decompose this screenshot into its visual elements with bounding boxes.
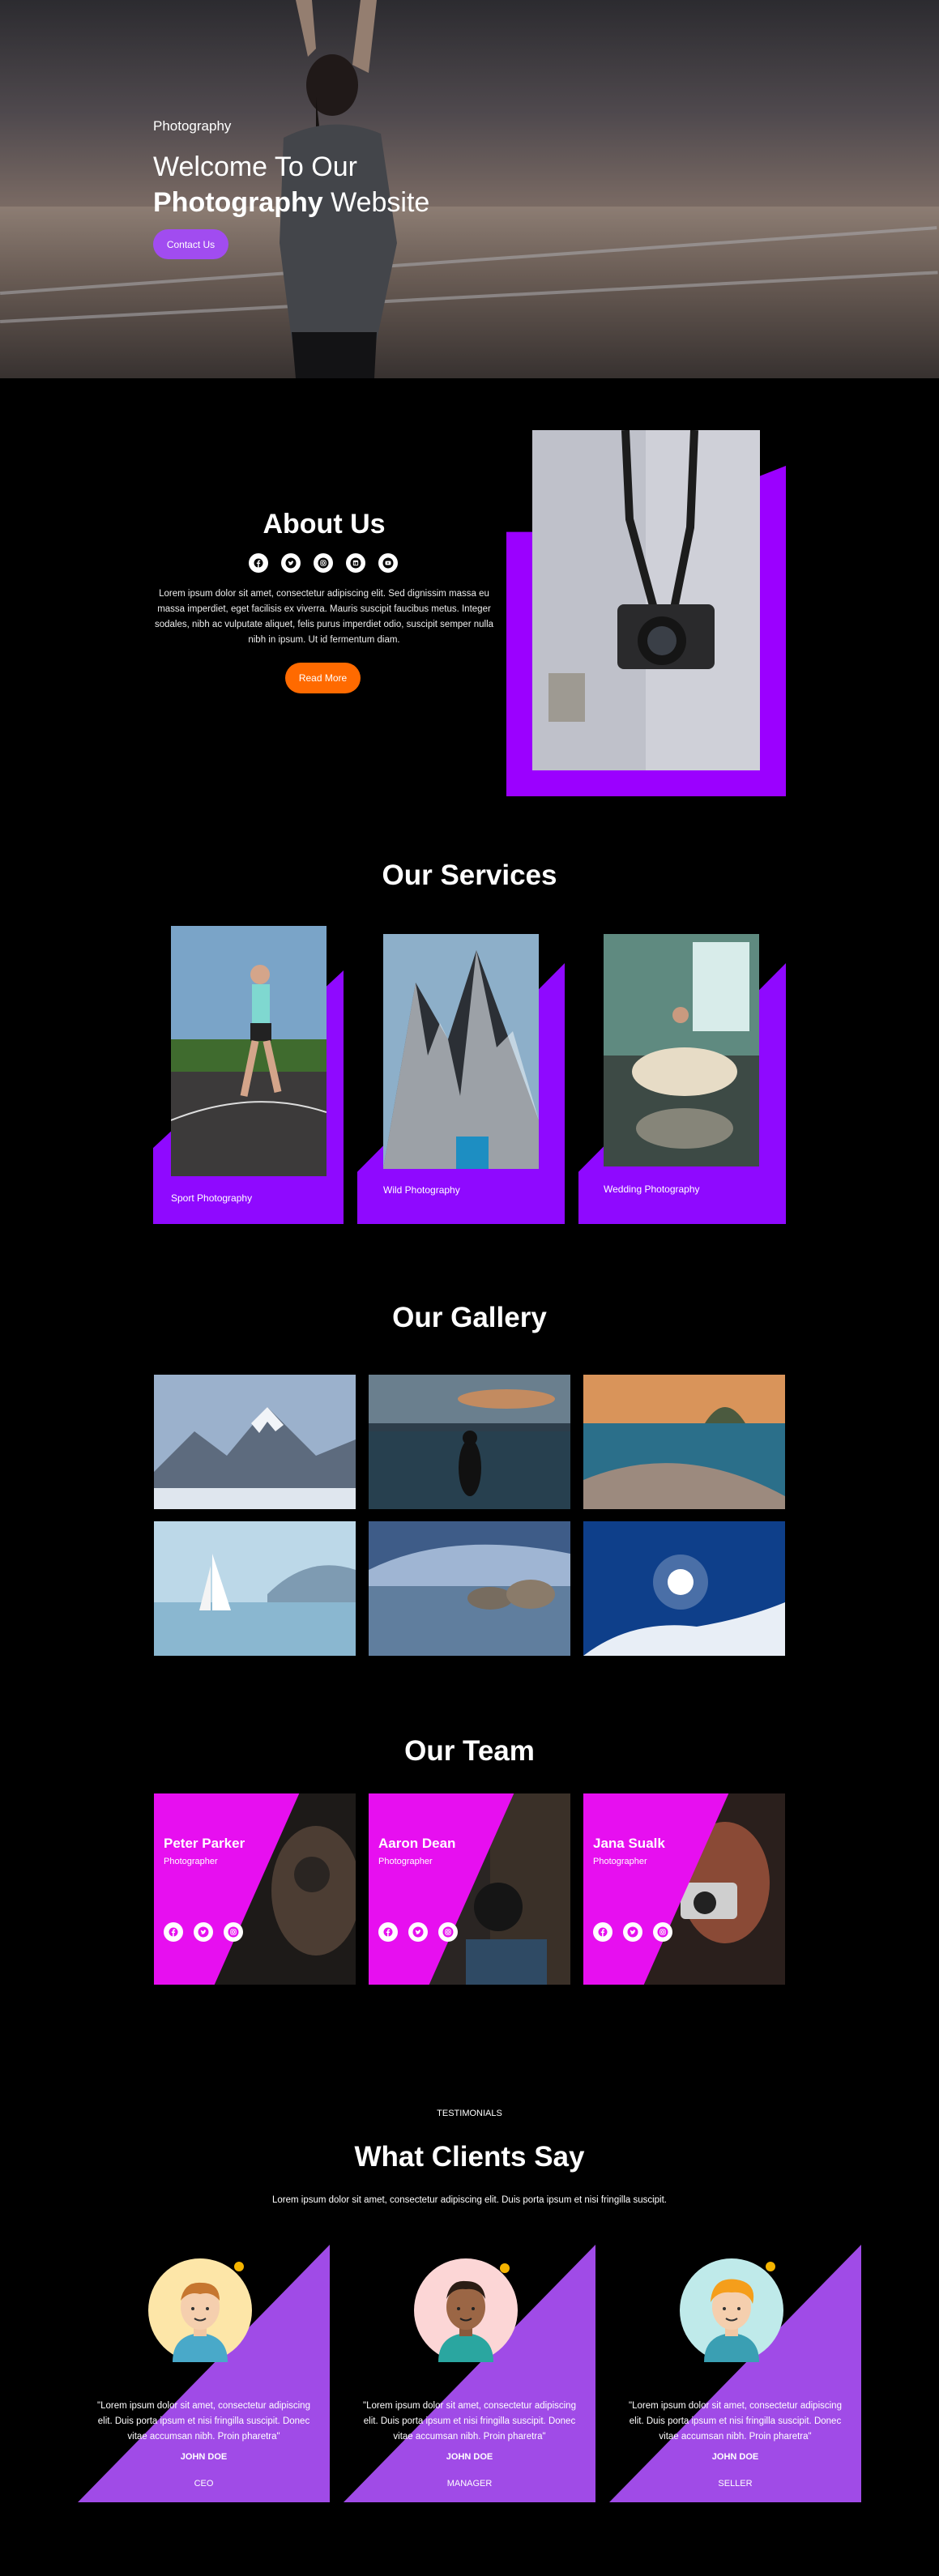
gallery-image-rocks-lake[interactable] bbox=[369, 1521, 570, 1656]
gallery-image-skier-sky[interactable] bbox=[583, 1521, 785, 1656]
service-label: Sport Photography bbox=[171, 1192, 253, 1204]
facebook-icon[interactable] bbox=[378, 1922, 398, 1942]
testimonial-role: MANAGER bbox=[446, 2479, 493, 2489]
hero-title-bold: Photography bbox=[153, 187, 323, 218]
hero-title: Welcome To Our Photography Website bbox=[153, 149, 429, 220]
twitter-icon[interactable] bbox=[623, 1922, 642, 1942]
linkedin-icon[interactable] bbox=[346, 553, 365, 573]
twitter-icon[interactable] bbox=[281, 553, 301, 573]
team-member-name: Aaron Dean bbox=[378, 1836, 456, 1851]
service-wedding-image bbox=[604, 934, 759, 1166]
twitter-icon[interactable] bbox=[408, 1922, 428, 1942]
testimonial-card: "Lorem ipsum dolor sit amet, consectetur… bbox=[78, 2245, 330, 2502]
team-member-name: Jana Sualk bbox=[593, 1836, 665, 1851]
testimonials-title: What Clients Say bbox=[354, 2141, 585, 2173]
testimonial-role: SELLER bbox=[718, 2479, 753, 2489]
hero-section: Photography Welcome To Our Photography W… bbox=[0, 0, 939, 378]
facebook-icon[interactable] bbox=[249, 553, 268, 573]
testimonial-quote: "Lorem ipsum dolor sit amet, consectetur… bbox=[629, 2401, 842, 2442]
contact-us-button[interactable]: Contact Us bbox=[153, 229, 228, 259]
services-title: Our Services bbox=[382, 859, 557, 891]
gallery-image-mountains[interactable] bbox=[154, 1375, 356, 1509]
team-member-role: Photographer bbox=[378, 1857, 433, 1866]
gallery-image-lake-man[interactable] bbox=[369, 1375, 570, 1509]
service-label: Wedding Photography bbox=[604, 1184, 700, 1195]
team-card: Aaron Dean Photographer bbox=[369, 1793, 570, 1985]
gallery-title: Our Gallery bbox=[392, 1302, 547, 1333]
testimonial-name: JOHN DOE bbox=[180, 2452, 228, 2462]
hero-title-line1: Welcome To Our bbox=[153, 151, 357, 182]
instagram-icon[interactable] bbox=[314, 553, 333, 573]
team-card: Jana Sualk Photographer bbox=[583, 1793, 785, 1985]
testimonial-quote: "Lorem ipsum dolor sit amet, consectetur… bbox=[363, 2401, 576, 2442]
client-avatar bbox=[148, 2258, 252, 2362]
instagram-icon[interactable] bbox=[653, 1922, 672, 1942]
gallery-image-coast-city[interactable] bbox=[583, 1375, 785, 1509]
hero-title-rest: Website bbox=[322, 187, 430, 218]
instagram-icon[interactable] bbox=[224, 1922, 243, 1942]
about-title: About Us bbox=[262, 509, 386, 540]
testimonial-name: JOHN DOE bbox=[446, 2452, 493, 2462]
team-member-role: Photographer bbox=[164, 1857, 218, 1866]
facebook-icon[interactable] bbox=[593, 1922, 612, 1942]
client-avatar bbox=[414, 2258, 518, 2362]
team-card: Peter Parker Photographer bbox=[154, 1793, 356, 1985]
facebook-icon[interactable] bbox=[164, 1922, 183, 1942]
hero-overlay bbox=[0, 0, 939, 378]
instagram-icon[interactable] bbox=[438, 1922, 458, 1942]
gallery-image-sailboat[interactable] bbox=[154, 1521, 356, 1656]
team-member-role: Photographer bbox=[593, 1857, 647, 1866]
testimonial-name: JOHN DOE bbox=[711, 2452, 759, 2462]
testimonials-subtitle: Lorem ipsum dolor sit amet, consectetur … bbox=[271, 2195, 668, 2205]
about-camera-image bbox=[532, 430, 760, 770]
twitter-icon[interactable] bbox=[194, 1922, 213, 1942]
testimonial-quote: "Lorem ipsum dolor sit amet, consectetur… bbox=[97, 2401, 310, 2442]
read-more-button[interactable]: Read More bbox=[285, 663, 361, 693]
service-wild-image bbox=[383, 934, 539, 1169]
service-label: Wild Photography bbox=[383, 1184, 460, 1196]
testimonial-role: CEO bbox=[194, 2479, 214, 2489]
testimonials-kicker: TESTIMONIALS bbox=[437, 2109, 502, 2118]
testimonial-card: "Lorem ipsum dolor sit amet, consectetur… bbox=[344, 2245, 595, 2502]
testimonial-card: "Lorem ipsum dolor sit amet, consectetur… bbox=[609, 2245, 861, 2502]
team-member-name: Peter Parker bbox=[164, 1836, 245, 1851]
hero-kicker: Photography bbox=[153, 118, 232, 134]
service-sport-image bbox=[171, 926, 327, 1176]
client-avatar bbox=[680, 2258, 783, 2362]
youtube-icon[interactable] bbox=[378, 553, 398, 573]
team-title: Our Team bbox=[404, 1735, 535, 1767]
about-text: Lorem ipsum dolor sit amet, consectetur … bbox=[154, 589, 494, 645]
